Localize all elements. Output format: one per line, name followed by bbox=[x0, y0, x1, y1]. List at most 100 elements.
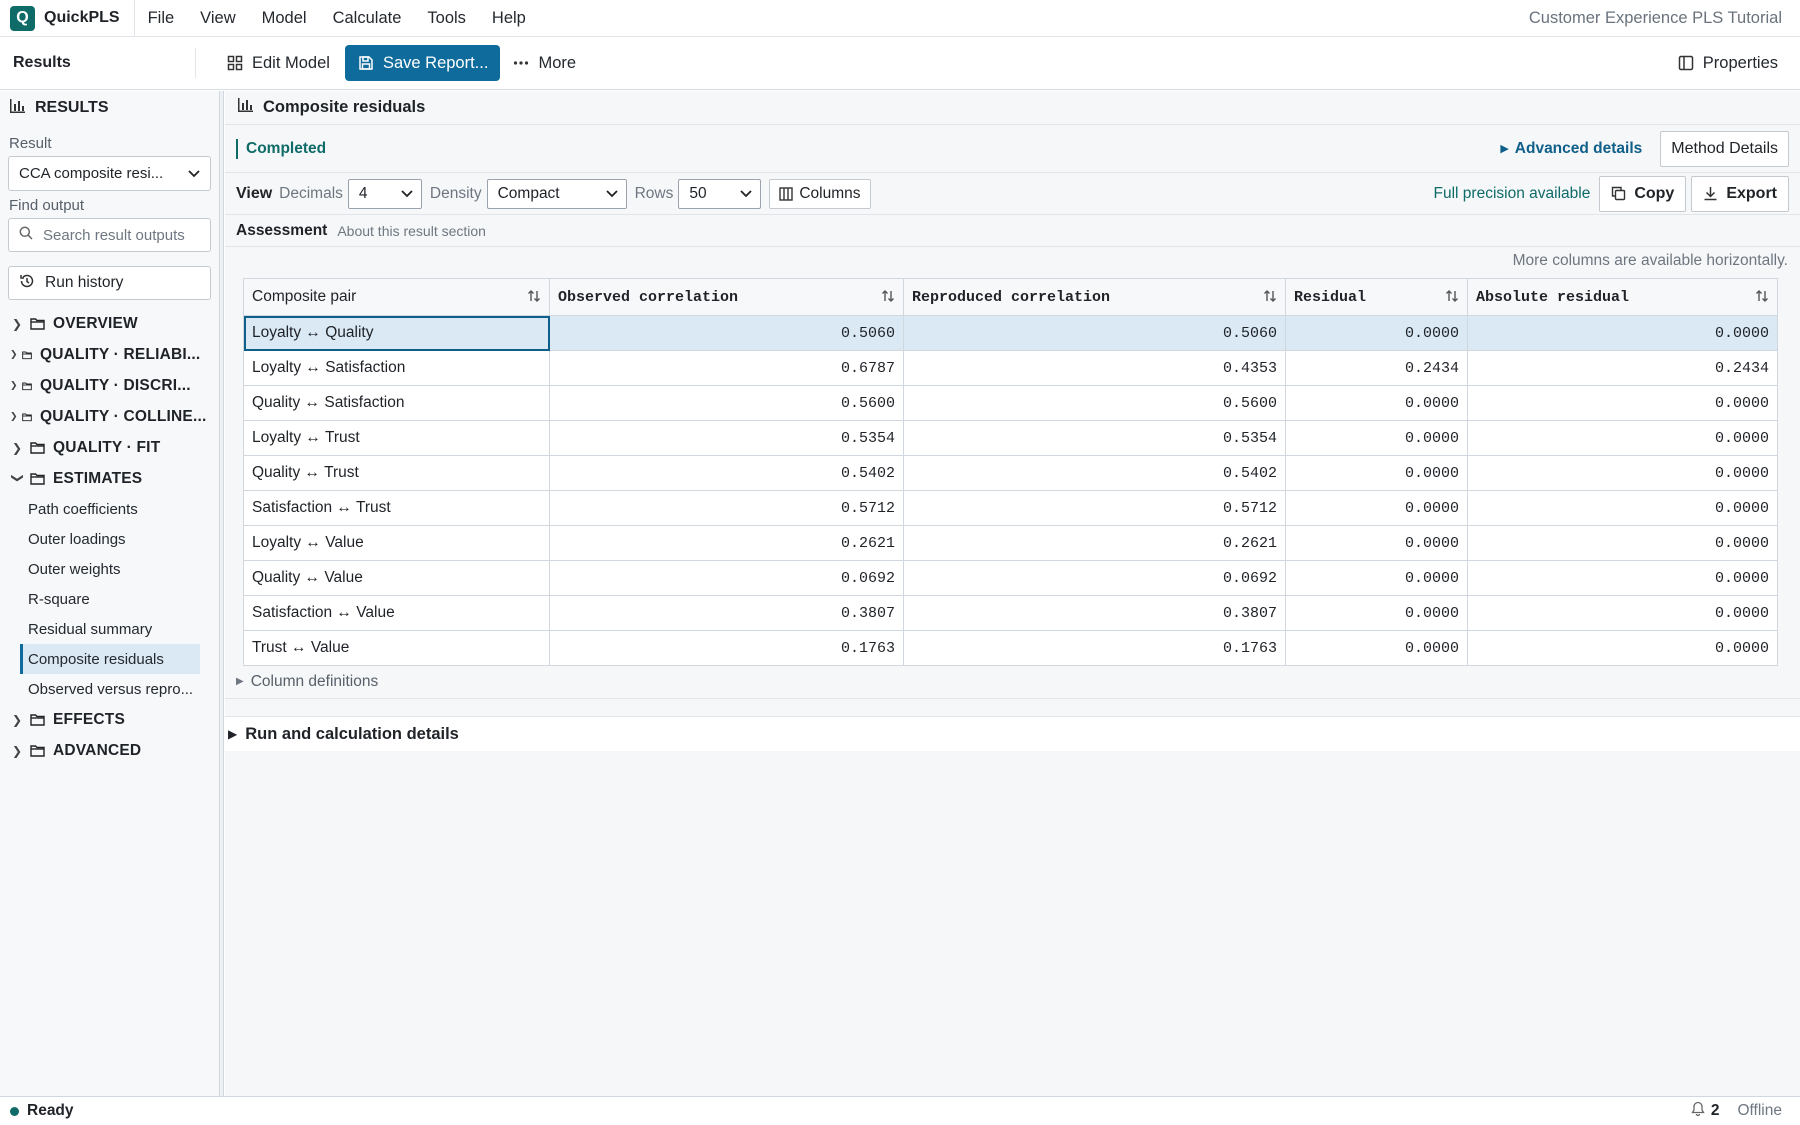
cell-composite-pair[interactable]: Loyalty ↔ Satisfaction bbox=[243, 350, 550, 386]
table-row[interactable]: Trust ↔ Value 0.1763 0.1763 0.0000 0.000… bbox=[243, 630, 1778, 666]
tree-group-estimates[interactable]: ❯ ESTIMATES bbox=[0, 463, 219, 494]
tree-item-path-coefficients[interactable]: Path coefficients bbox=[20, 494, 200, 524]
method-details-button[interactable]: Method Details bbox=[1660, 130, 1789, 167]
table-row[interactable]: Loyalty ↔ Value 0.2621 0.2621 0.0000 0.0… bbox=[243, 525, 1778, 561]
decimals-select[interactable]: 4 bbox=[347, 178, 422, 209]
column-definitions-toggle[interactable]: ▶ Column definitions bbox=[225, 665, 1800, 699]
sort-icon[interactable] bbox=[881, 289, 895, 308]
menu-file[interactable]: File bbox=[135, 0, 188, 37]
cell-residual[interactable]: 0.2434 bbox=[1285, 350, 1468, 386]
rows-select[interactable]: 50 bbox=[678, 178, 762, 209]
column-header-residual[interactable]: Residual bbox=[1285, 278, 1468, 316]
cell-composite-pair[interactable]: Loyalty ↔ Quality bbox=[243, 315, 550, 351]
cell-composite-pair[interactable]: Quality ↔ Value bbox=[243, 560, 550, 596]
cell-observed[interactable]: 0.5712 bbox=[549, 490, 904, 526]
table-row[interactable]: Quality ↔ Satisfaction 0.5600 0.5600 0.0… bbox=[243, 385, 1778, 421]
cell-residual[interactable]: 0.0000 bbox=[1285, 595, 1468, 631]
tree-group-advanced[interactable]: ❯ ADVANCED bbox=[0, 735, 219, 766]
density-select[interactable]: Compact bbox=[486, 178, 627, 209]
table-row[interactable]: Satisfaction ↔ Value 0.3807 0.3807 0.000… bbox=[243, 595, 1778, 631]
cell-reproduced[interactable]: 0.5712 bbox=[903, 490, 1286, 526]
cell-observed[interactable]: 0.2621 bbox=[549, 525, 904, 561]
cell-absolute-residual[interactable]: 0.0000 bbox=[1467, 455, 1778, 491]
cell-reproduced[interactable]: 0.2621 bbox=[903, 525, 1286, 561]
column-header-reproduced-correlation[interactable]: Reproduced correlation bbox=[903, 278, 1286, 316]
cell-observed[interactable]: 0.1763 bbox=[549, 630, 904, 666]
tree-item-outer-loadings[interactable]: Outer loadings bbox=[20, 524, 200, 554]
cell-residual[interactable]: 0.0000 bbox=[1285, 455, 1468, 491]
result-select[interactable]: CCA composite resi... bbox=[8, 156, 211, 191]
cell-reproduced[interactable]: 0.0692 bbox=[903, 560, 1286, 596]
cell-absolute-residual[interactable]: 0.0000 bbox=[1467, 525, 1778, 561]
tree-group-quality-collinearity[interactable]: ❯ QUALITY · COLLINE... bbox=[0, 401, 219, 432]
cell-reproduced[interactable]: 0.3807 bbox=[903, 595, 1286, 631]
cell-reproduced[interactable]: 0.5600 bbox=[903, 385, 1286, 421]
column-header-observed-correlation[interactable]: Observed correlation bbox=[549, 278, 904, 316]
cell-composite-pair[interactable]: Quality ↔ Trust bbox=[243, 455, 550, 491]
cell-composite-pair[interactable]: Loyalty ↔ Trust bbox=[243, 420, 550, 456]
sort-icon[interactable] bbox=[1755, 289, 1769, 308]
cell-reproduced[interactable]: 0.5402 bbox=[903, 455, 1286, 491]
cell-composite-pair[interactable]: Trust ↔ Value bbox=[243, 630, 550, 666]
cell-observed[interactable]: 0.5354 bbox=[549, 420, 904, 456]
cell-observed[interactable]: 0.5060 bbox=[549, 315, 904, 351]
menu-model[interactable]: Model bbox=[249, 0, 320, 37]
tree-item-outer-weights[interactable]: Outer weights bbox=[20, 554, 200, 584]
edit-model-button[interactable]: Edit Model bbox=[214, 45, 342, 81]
cell-absolute-residual[interactable]: 0.0000 bbox=[1467, 595, 1778, 631]
cell-absolute-residual[interactable]: 0.0000 bbox=[1467, 630, 1778, 666]
tree-group-quality-fit[interactable]: ❯ QUALITY · FIT bbox=[0, 432, 219, 463]
advanced-details-link[interactable]: ▶ Advanced details bbox=[1500, 140, 1642, 158]
sort-icon[interactable] bbox=[1445, 289, 1459, 308]
run-history-button[interactable]: Run history bbox=[8, 266, 211, 300]
menu-tools[interactable]: Tools bbox=[414, 0, 479, 37]
tree-item-observed-vs-reproduced[interactable]: Observed versus repro... bbox=[20, 674, 200, 704]
table-row[interactable]: Quality ↔ Trust 0.5402 0.5402 0.0000 0.0… bbox=[243, 455, 1778, 491]
menu-view[interactable]: View bbox=[187, 0, 248, 37]
cell-observed[interactable]: 0.6787 bbox=[549, 350, 904, 386]
cell-reproduced[interactable]: 0.5354 bbox=[903, 420, 1286, 456]
cell-composite-pair[interactable]: Quality ↔ Satisfaction bbox=[243, 385, 550, 421]
cell-observed[interactable]: 0.5402 bbox=[549, 455, 904, 491]
cell-observed[interactable]: 0.0692 bbox=[549, 560, 904, 596]
tree-group-effects[interactable]: ❯ EFFECTS bbox=[0, 704, 219, 735]
tree-item-residual-summary[interactable]: Residual summary bbox=[20, 614, 200, 644]
cell-observed[interactable]: 0.5600 bbox=[549, 385, 904, 421]
tree-item-composite-residuals[interactable]: Composite residuals bbox=[20, 644, 200, 674]
tree-group-overview[interactable]: ❯ OVERVIEW bbox=[0, 308, 219, 339]
cell-absolute-residual[interactable]: 0.2434 bbox=[1467, 350, 1778, 386]
properties-button[interactable]: Properties bbox=[1665, 45, 1790, 81]
export-button[interactable]: Export bbox=[1691, 175, 1789, 212]
table-row[interactable]: Loyalty ↔ Quality 0.5060 0.5060 0.0000 0… bbox=[243, 315, 1778, 351]
table-row[interactable]: Satisfaction ↔ Trust 0.5712 0.5712 0.000… bbox=[243, 490, 1778, 526]
cell-absolute-residual[interactable]: 0.0000 bbox=[1467, 315, 1778, 351]
notification-count[interactable]: 2 bbox=[1711, 1102, 1720, 1120]
cell-composite-pair[interactable]: Loyalty ↔ Value bbox=[243, 525, 550, 561]
tree-item-r-square[interactable]: R-square bbox=[20, 584, 200, 614]
cell-composite-pair[interactable]: Satisfaction ↔ Trust bbox=[243, 490, 550, 526]
cell-observed[interactable]: 0.3807 bbox=[549, 595, 904, 631]
cell-residual[interactable]: 0.0000 bbox=[1285, 385, 1468, 421]
save-report-button[interactable]: Save Report... bbox=[344, 45, 501, 81]
cell-residual[interactable]: 0.0000 bbox=[1285, 315, 1468, 351]
cell-absolute-residual[interactable]: 0.0000 bbox=[1467, 560, 1778, 596]
cell-residual[interactable]: 0.0000 bbox=[1285, 525, 1468, 561]
table-row[interactable]: Quality ↔ Value 0.0692 0.0692 0.0000 0.0… bbox=[243, 560, 1778, 596]
tree-group-quality-discriminant[interactable]: ❯ QUALITY · DISCRI... bbox=[0, 370, 219, 401]
run-details-toggle[interactable]: ▶ Run and calculation details bbox=[225, 716, 1800, 751]
menu-help[interactable]: Help bbox=[479, 0, 539, 37]
sort-icon[interactable] bbox=[527, 289, 541, 308]
cell-reproduced[interactable]: 0.1763 bbox=[903, 630, 1286, 666]
table-row[interactable]: Loyalty ↔ Satisfaction 0.6787 0.4353 0.2… bbox=[243, 350, 1778, 386]
menu-calculate[interactable]: Calculate bbox=[320, 0, 415, 37]
cell-reproduced[interactable]: 0.5060 bbox=[903, 315, 1286, 351]
more-button[interactable]: More bbox=[500, 45, 588, 81]
search-input[interactable]: Search result outputs bbox=[8, 218, 211, 252]
columns-button[interactable]: Columns bbox=[769, 178, 871, 209]
cell-residual[interactable]: 0.0000 bbox=[1285, 630, 1468, 666]
cell-residual[interactable]: 0.0000 bbox=[1285, 560, 1468, 596]
bell-icon[interactable] bbox=[1691, 1101, 1705, 1121]
cell-composite-pair[interactable]: Satisfaction ↔ Value bbox=[243, 595, 550, 631]
cell-reproduced[interactable]: 0.4353 bbox=[903, 350, 1286, 386]
copy-button[interactable]: Copy bbox=[1599, 175, 1687, 212]
